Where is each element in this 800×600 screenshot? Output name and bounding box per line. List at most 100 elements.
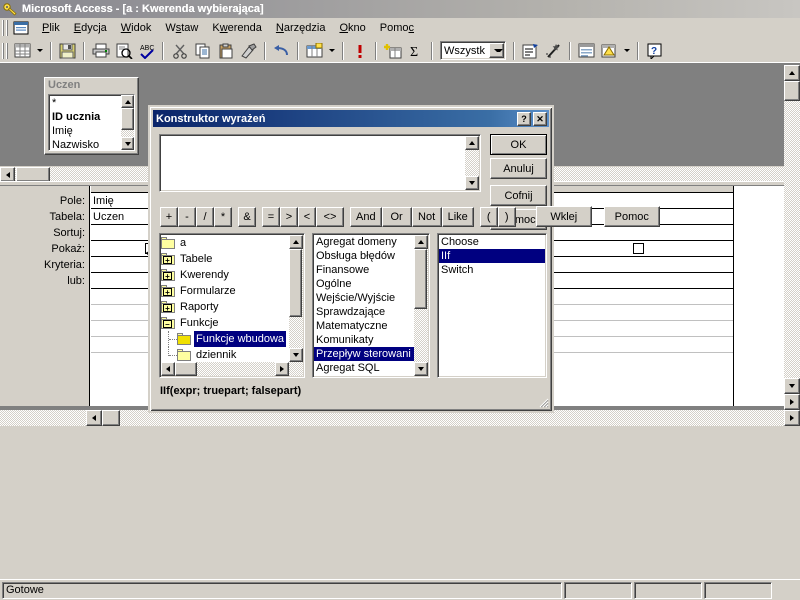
show-checkbox[interactable] (632, 243, 644, 254)
list-item[interactable]: Komunikaty (314, 333, 414, 347)
category-list-pane[interactable]: Agregat domeny Obsługa błędów Finansowe … (312, 233, 430, 378)
folder-collapsed-icon[interactable]: + (161, 301, 175, 313)
menu-item-okno[interactable]: Okno (332, 20, 372, 36)
question-help-icon[interactable]: ? (643, 40, 666, 62)
list-item[interactable]: Finansowe (314, 263, 414, 277)
floppy-disk-icon[interactable] (56, 40, 79, 62)
printer-icon[interactable] (89, 40, 112, 62)
operator-like-button[interactable]: Like (441, 206, 474, 227)
chevron-down-icon[interactable] (489, 43, 504, 58)
operator-not-button[interactable]: Not (411, 206, 442, 227)
scroll-thumb[interactable] (102, 410, 120, 426)
list-item[interactable]: Switch (439, 263, 545, 277)
menubar-grip[interactable] (2, 19, 8, 36)
scroll-left-button[interactable] (86, 410, 102, 426)
toolbar-grip[interactable] (2, 42, 8, 59)
scroll-thumb[interactable] (121, 108, 134, 130)
scroll-right-button[interactable] (275, 362, 289, 376)
folder-collapsed-icon[interactable]: + (161, 253, 175, 265)
datasheet-icon[interactable] (11, 40, 34, 62)
print-preview-icon[interactable] (112, 40, 135, 62)
query-window-vertical-scrollbar[interactable] (784, 65, 800, 410)
tree-item-formularze[interactable]: + Formularze (161, 283, 289, 299)
menu-item-widok[interactable]: Widok (114, 20, 159, 36)
operator-plus-button[interactable]: + (160, 206, 178, 227)
scroll-thumb[interactable] (289, 249, 302, 317)
operator-or-button[interactable]: Or (381, 206, 412, 227)
grid-cell-kryteria[interactable] (544, 257, 733, 273)
list-item[interactable]: Agregat SQL (314, 361, 414, 375)
show-table-icon[interactable] (381, 40, 404, 62)
operator-equals-button[interactable]: = (262, 206, 280, 227)
magic-wand-build-icon[interactable] (542, 40, 565, 62)
folder-collapsed-icon[interactable]: + (161, 269, 175, 281)
resize-grip[interactable] (536, 395, 549, 408)
scroll-thumb[interactable] (784, 81, 800, 101)
scroll-left-button[interactable] (0, 167, 15, 182)
undo-button[interactable]: Cofnij (490, 185, 547, 206)
operator-minus-button[interactable]: - (178, 206, 196, 227)
menu-item-wstaw[interactable]: Wstaw (158, 20, 205, 36)
paste-button[interactable]: Wklej (535, 206, 592, 227)
new-object-icon[interactable] (598, 40, 621, 62)
operator-close-paren-button[interactable]: ) (497, 206, 516, 227)
field-list-box[interactable]: * ID ucznia Imię Nazwisko Adres (48, 94, 135, 151)
tree-item-funkcje[interactable]: – Funkcje (161, 315, 289, 331)
menu-item-pomoc[interactable]: Pomoc (373, 20, 421, 36)
field-list-uczen[interactable]: Uczen * ID ucznia Imię Nazwisko Adres (44, 77, 139, 155)
operator-divide-button[interactable]: / (196, 206, 214, 227)
object-tree-pane[interactable]: a + Tabele + Kwerendy + Formularze + Rap… (159, 233, 305, 378)
folder-collapsed-icon[interactable]: + (161, 285, 175, 297)
scroll-thumb[interactable] (16, 167, 50, 182)
menu-item-plik[interactable]: Plik (35, 20, 67, 36)
scroll-down-button[interactable] (465, 176, 479, 190)
dialog-titlebar[interactable]: Konstruktor wyrażeń ? ✕ (153, 110, 549, 127)
chevron-down-icon[interactable] (34, 40, 46, 62)
operator-less-button[interactable]: < (298, 206, 316, 227)
scroll-up-button[interactable] (465, 136, 479, 150)
chevron-down-icon[interactable] (326, 40, 338, 62)
paintbrush-icon[interactable] (237, 40, 260, 62)
expression-textarea[interactable] (159, 134, 481, 192)
scissors-icon[interactable] (168, 40, 191, 62)
tree-item-kwerendy[interactable]: + Kwerendy (161, 267, 289, 283)
grid-cell-extra[interactable] (544, 321, 733, 337)
menu-item-kwerenda[interactable]: Kwerenda (205, 20, 269, 36)
list-item[interactable]: Wejście/Wyjście (314, 291, 414, 305)
clipboard-paste-icon[interactable] (214, 40, 237, 62)
scroll-up-button[interactable] (289, 235, 303, 249)
help-action-button[interactable]: Pomoc (603, 206, 660, 227)
operator-and-button[interactable]: And (350, 206, 382, 227)
scroll-down-button[interactable] (289, 348, 303, 362)
scroll-down-button[interactable] (121, 137, 134, 150)
properties-icon[interactable] (519, 40, 542, 62)
operator-ampersand-button[interactable]: & (238, 206, 256, 227)
field-item[interactable]: * (50, 96, 120, 110)
cancel-button[interactable]: Anuluj (490, 158, 547, 179)
tree-item-funkcje-wbudowane[interactable]: Funkcje wbudowa (161, 331, 289, 347)
tree-item-tabele[interactable]: + Tabele (161, 251, 289, 267)
ok-button[interactable]: OK (490, 134, 547, 155)
category-list[interactable]: Agregat domeny Obsługa błędów Finansowe … (314, 235, 414, 376)
scroll-right-corner-button[interactable] (784, 394, 800, 410)
list-item[interactable]: Agregat domeny (314, 235, 414, 249)
top-values-combo[interactable]: Wszystk (440, 41, 506, 60)
operator-open-paren-button[interactable]: ( (479, 206, 498, 227)
scroll-right-button[interactable] (784, 410, 800, 426)
scroll-left-button[interactable] (161, 362, 175, 376)
tree-item-dziennik[interactable]: dziennik (161, 347, 289, 361)
grid-cell-extra[interactable] (544, 337, 733, 353)
expression-scrollbar[interactable] (465, 136, 479, 190)
list-item[interactable]: Choose (439, 235, 545, 249)
field-item[interactable]: Imię (50, 124, 120, 138)
exclamation-run-icon[interactable] (348, 40, 371, 62)
field-item[interactable]: ID ucznia (50, 110, 120, 124)
database-window-icon[interactable] (11, 19, 31, 37)
list-item[interactable]: Ogólne (314, 277, 414, 291)
copy-icon[interactable] (191, 40, 214, 62)
tree-vertical-scrollbar[interactable] (289, 235, 303, 376)
tree-item-a[interactable]: a (161, 235, 289, 251)
close-icon[interactable]: ✕ (533, 111, 547, 126)
field-item[interactable]: Nazwisko (50, 138, 120, 150)
scroll-down-button[interactable] (784, 378, 800, 394)
